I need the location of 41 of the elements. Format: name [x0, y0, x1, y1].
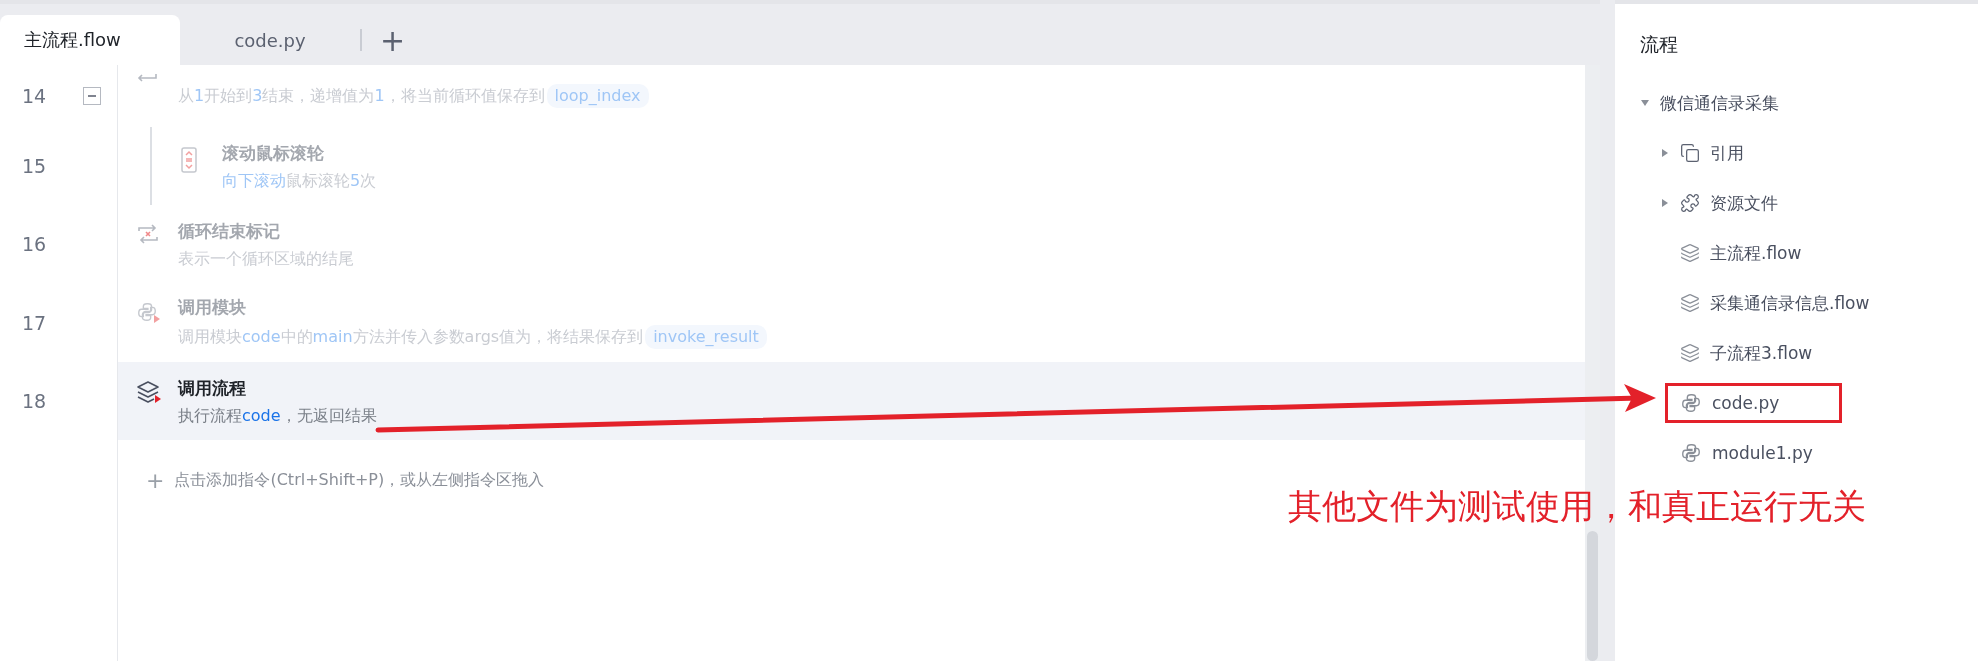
layers-icon: [1680, 243, 1700, 263]
layers-icon: [1680, 293, 1700, 313]
puzzle-icon: [1680, 193, 1700, 213]
tree-item[interactable]: 采集通信录信息.flow: [1665, 282, 1933, 324]
tab[interactable]: 主流程.flow: [0, 15, 180, 65]
add-tab-button[interactable]: +: [374, 15, 412, 65]
step-title: 滚动鼠标滚轮: [222, 141, 325, 165]
tree-item[interactable]: 引用: [1665, 132, 1807, 174]
annotation-note: 其他文件为测试使用，和真正运行无关: [1288, 485, 1866, 528]
tree-item[interactable]: 微信通信录采集: [1660, 91, 1779, 115]
variable-tag: loop_index: [546, 84, 649, 108]
line-number: 16: [22, 233, 47, 255]
panel-title: 流程: [1640, 32, 1679, 57]
step-description: 执行流程code，无返回结果: [178, 405, 377, 426]
tree-item[interactable]: module1.py: [1665, 433, 1876, 473]
line-number: 18: [22, 390, 47, 412]
scroll-wheel-icon: [180, 147, 198, 173]
line-number: 15: [22, 155, 47, 177]
python-icon: [1680, 392, 1702, 414]
layers-icon: [1680, 343, 1700, 363]
line-number: 14: [22, 85, 47, 107]
caret-icon[interactable]: [1660, 148, 1670, 158]
caret-icon[interactable]: [1640, 98, 1650, 108]
variable-tag: invoke_result: [645, 325, 767, 349]
tree-item[interactable]: 主流程.flow: [1665, 232, 1865, 274]
step-title: 调用流程: [178, 376, 247, 400]
layers-run-icon: [136, 380, 162, 404]
line-number: 17: [22, 311, 47, 334]
highlight-frame[interactable]: code.py: [1665, 383, 1843, 423]
python-run-icon: [136, 301, 162, 325]
step-title: 调用模块: [178, 296, 247, 319]
return-arrow-icon: [136, 73, 158, 83]
python-icon: [1680, 442, 1702, 464]
tree-item[interactable]: 子流程3.flow: [1665, 332, 1876, 374]
copy-icon: [1680, 143, 1700, 163]
selected-step-row[interactable]: 调用流程 执行流程code，无返回结果: [118, 362, 1585, 440]
tree-item[interactable]: 资源文件: [1665, 182, 1841, 224]
step-title: 循环结束标记: [178, 219, 281, 243]
loop-end-icon: [136, 223, 160, 245]
caret-icon[interactable]: [1660, 198, 1670, 208]
tab[interactable]: code.py: [180, 15, 360, 65]
